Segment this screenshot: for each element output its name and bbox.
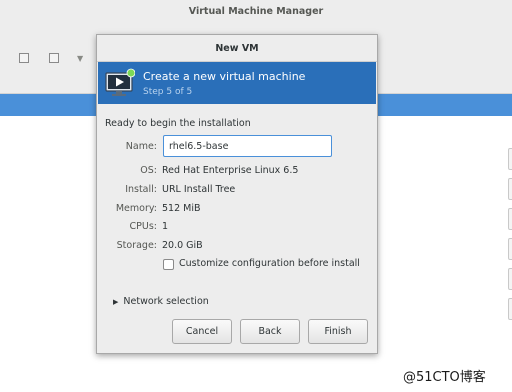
side-button[interactable] bbox=[508, 148, 512, 170]
step-indicator: Step 5 of 5 bbox=[143, 87, 193, 97]
ready-text: Ready to begin the installation bbox=[105, 118, 251, 129]
cpus-label: CPUs: bbox=[129, 221, 157, 232]
cpus-value: 1 bbox=[162, 221, 169, 232]
customize-label[interactable]: Customize configuration before install bbox=[179, 258, 360, 269]
name-field[interactable] bbox=[163, 135, 332, 157]
back-button[interactable]: Back bbox=[240, 319, 300, 344]
side-button[interactable] bbox=[508, 268, 512, 290]
os-label: OS: bbox=[140, 165, 157, 176]
storage-value: 20.0 GiB bbox=[162, 240, 203, 251]
chevron-down-icon[interactable]: ▼ bbox=[77, 54, 83, 63]
side-button[interactable] bbox=[508, 298, 512, 320]
network-selection-expander[interactable]: ▶ Network selection bbox=[113, 296, 209, 307]
wizard-banner: Create a new virtual machine Step 5 of 5 bbox=[98, 62, 376, 104]
pause-icon[interactable] bbox=[19, 53, 29, 63]
watermark: @51CTO博客 bbox=[403, 370, 486, 385]
finish-button[interactable]: Finish bbox=[308, 319, 368, 344]
side-button[interactable] bbox=[508, 208, 512, 230]
stop-icon[interactable] bbox=[49, 53, 59, 63]
banner-title: Create a new virtual machine bbox=[143, 70, 306, 83]
expander-arrow-icon[interactable]: ▶ bbox=[113, 298, 118, 306]
customize-checkbox[interactable] bbox=[163, 259, 174, 270]
memory-value: 512 MiB bbox=[162, 203, 201, 214]
name-label: Name: bbox=[125, 141, 157, 152]
side-button[interactable] bbox=[508, 238, 512, 260]
vm-name-input[interactable] bbox=[163, 135, 332, 157]
memory-label: Memory: bbox=[115, 203, 157, 214]
cancel-button[interactable]: Cancel bbox=[172, 319, 232, 344]
dialog-title: New VM bbox=[97, 35, 377, 62]
install-value: URL Install Tree bbox=[162, 184, 236, 195]
install-label: Install: bbox=[125, 184, 157, 195]
storage-label: Storage: bbox=[116, 240, 157, 251]
side-button[interactable] bbox=[508, 178, 512, 200]
background-window-title: Virtual Machine Manager bbox=[0, 0, 512, 26]
os-value: Red Hat Enterprise Linux 6.5 bbox=[162, 165, 299, 176]
monitor-play-icon bbox=[105, 68, 135, 96]
network-selection-label[interactable]: Network selection bbox=[123, 296, 208, 307]
